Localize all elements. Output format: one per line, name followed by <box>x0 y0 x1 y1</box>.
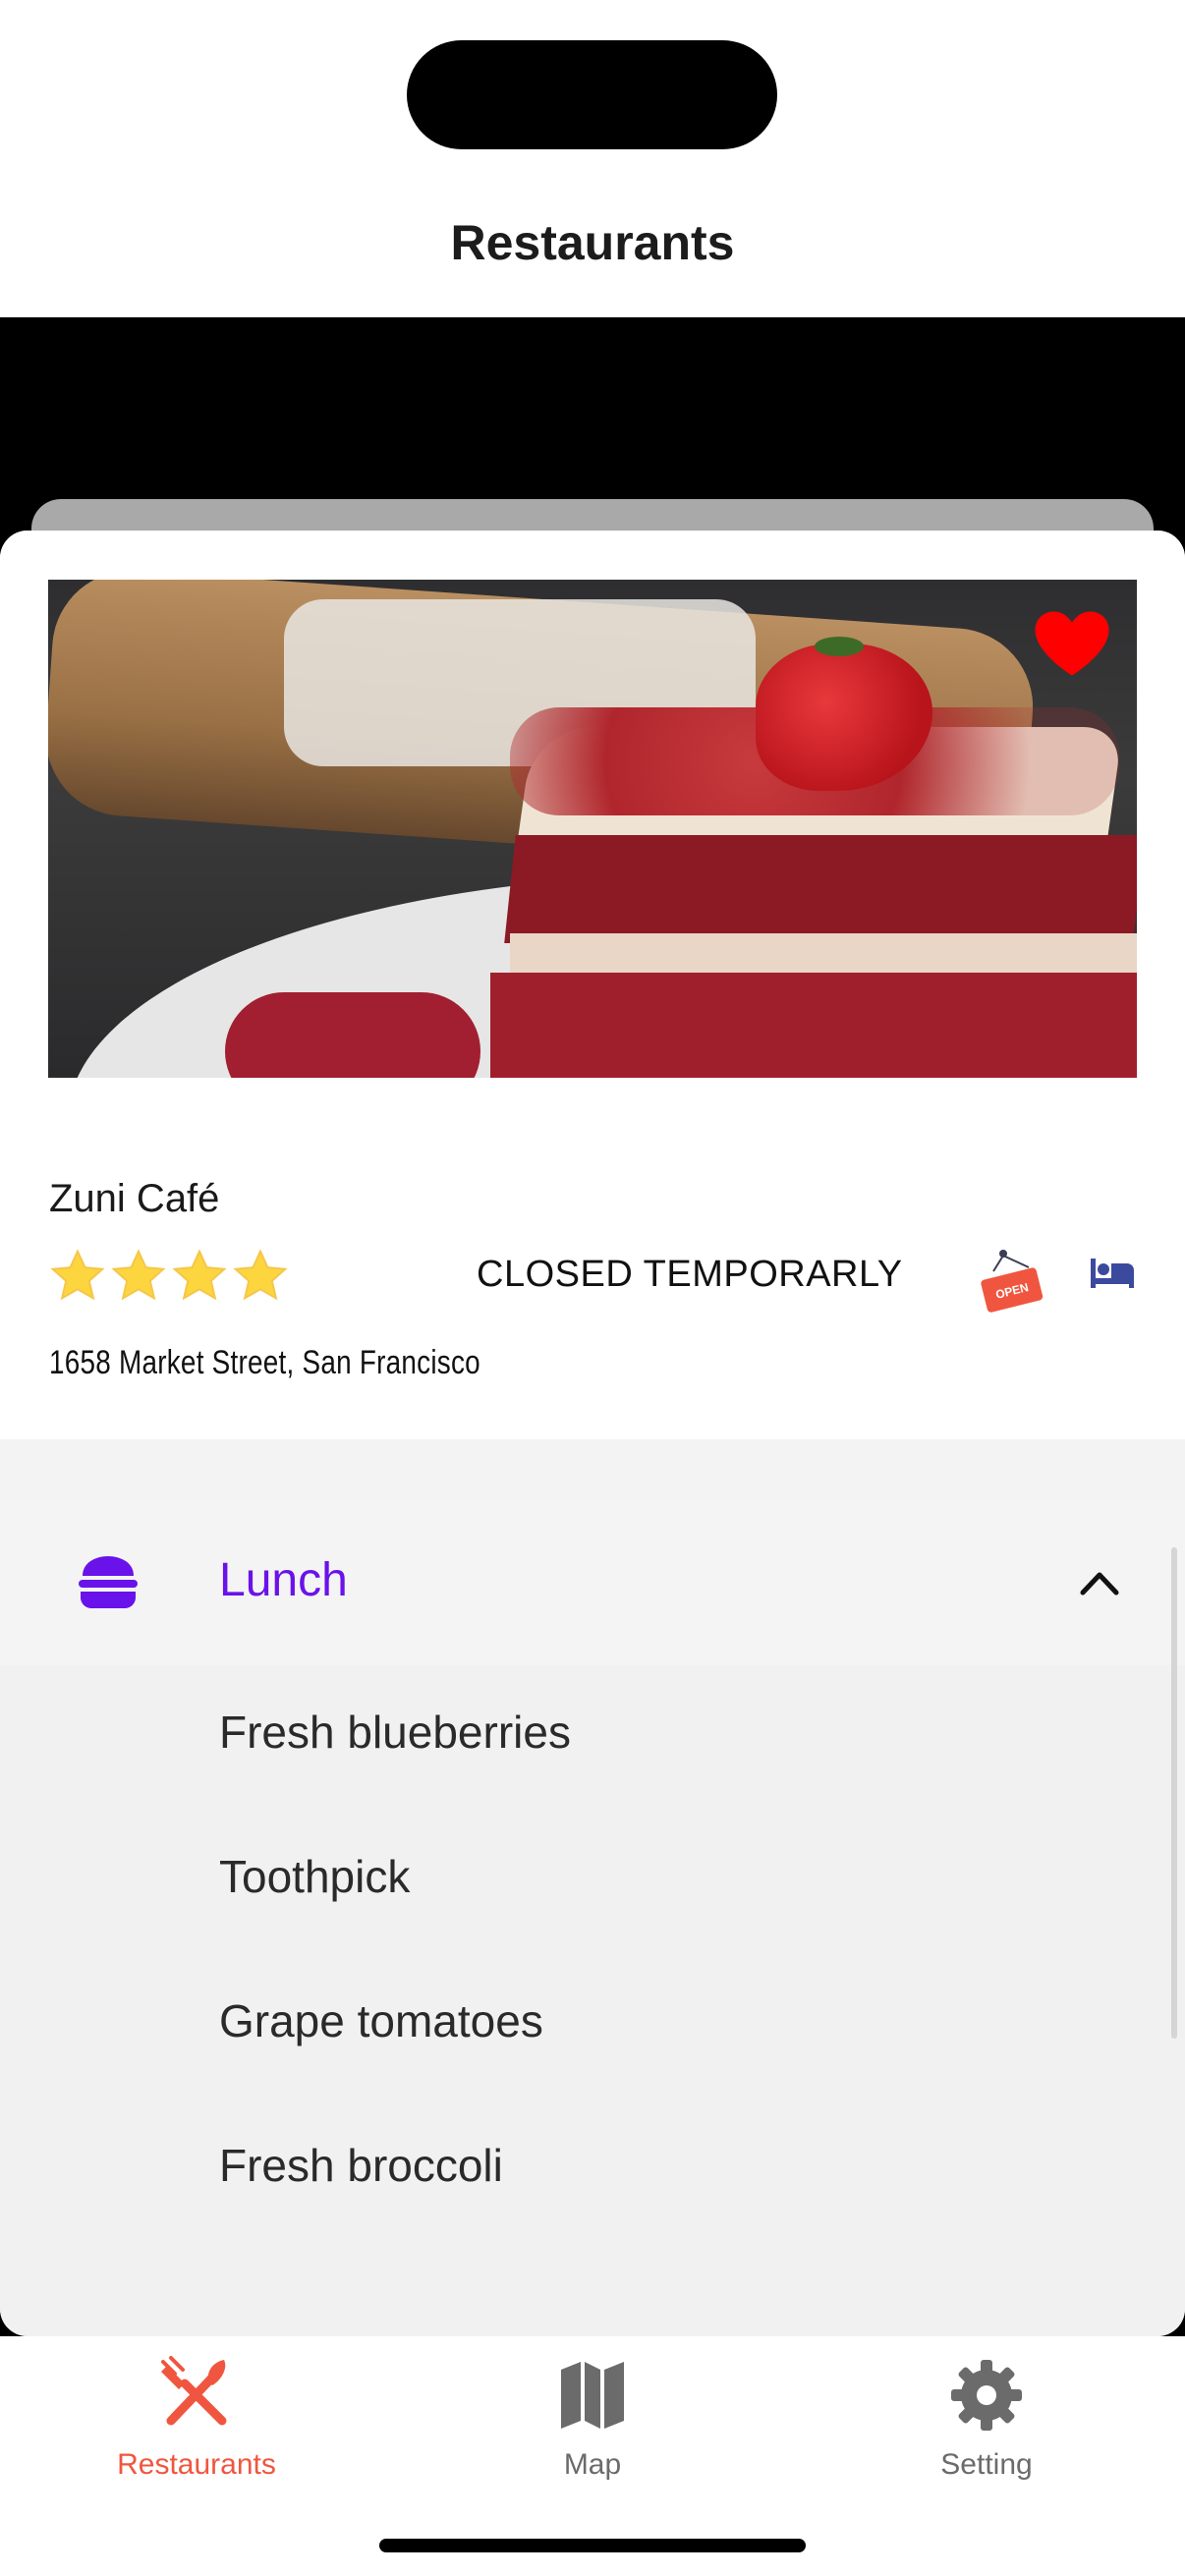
open-sign-icon: OPEN <box>981 1250 1044 1313</box>
list-item[interactable]: Toothpick <box>219 1850 410 1903</box>
heart-icon[interactable] <box>1033 609 1111 678</box>
restaurant-detail-sheet: Zuni Café CLOSED TEMPORARLY OPEN 1658 Ma… <box>0 531 1185 2336</box>
menu-item-list: Fresh blueberries Toothpick Grape tomato… <box>0 1665 1185 2336</box>
star-icon <box>233 1249 288 1301</box>
tab-setting[interactable]: Setting <box>839 2356 1134 2503</box>
tab-map[interactable]: Map <box>445 2356 740 2503</box>
burger-icon <box>79 1556 138 1608</box>
chevron-up-icon[interactable] <box>1079 1567 1120 1596</box>
star-icon <box>50 1249 105 1301</box>
tab-label: Setting <box>940 2448 1033 2481</box>
bed-icon <box>1091 1259 1134 1288</box>
list-item[interactable]: Grape tomatoes <box>219 1994 543 2047</box>
menu-section-header[interactable]: Lunch <box>0 1498 1185 1665</box>
list-item[interactable]: Fresh blueberries <box>219 1706 571 1759</box>
home-indicator[interactable] <box>379 2539 806 2552</box>
tab-label: Restaurants <box>117 2448 276 2481</box>
star-icon <box>172 1249 227 1301</box>
map-icon <box>561 2362 624 2429</box>
dynamic-island <box>407 40 777 149</box>
tab-label: Map <box>563 2448 622 2481</box>
restaurant-address: 1658 Market Street, San Francisco <box>49 1344 480 1381</box>
list-item[interactable]: Fresh broccoli <box>219 2139 503 2192</box>
utensils-icon <box>161 2356 227 2426</box>
star-icon <box>111 1249 166 1301</box>
rating-stars <box>49 1248 289 1305</box>
status-label: CLOSED TEMPORARLY <box>477 1254 903 1295</box>
restaurant-card: Zuni Café CLOSED TEMPORARLY OPEN 1658 Ma… <box>0 531 1185 1439</box>
scrollbar[interactable] <box>1171 1547 1177 2039</box>
page-title: Restaurants <box>450 215 735 270</box>
restaurant-photo <box>48 580 1137 1078</box>
menu-section-title: Lunch <box>219 1554 348 1606</box>
restaurant-name: Zuni Café <box>49 1177 220 1220</box>
tab-restaurants[interactable]: Restaurants <box>49 2356 344 2503</box>
gear-icon <box>951 2360 1022 2431</box>
